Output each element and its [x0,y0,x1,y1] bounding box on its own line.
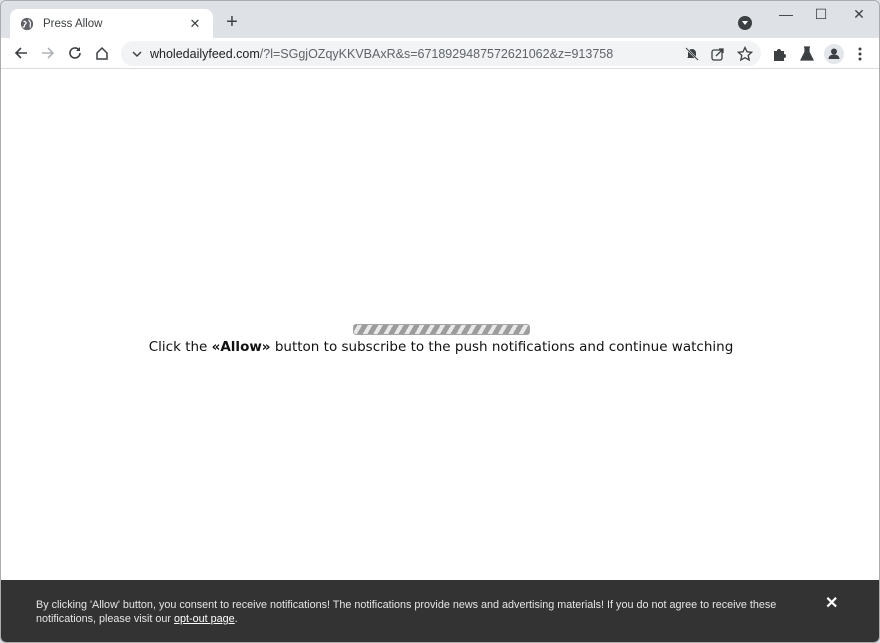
opt-out-link[interactable]: opt-out page [174,613,235,625]
consent-suffix: . [234,613,238,625]
allow-instruction-message: Click the «Allow» button to subscribe to… [1,339,879,355]
share-icon[interactable] [710,46,726,62]
message-allow-emphasis: «Allow» [211,339,271,355]
home-button[interactable] [92,43,112,63]
url-domain: wholedailyfeed.com [150,46,260,61]
minimize-button[interactable]: — [776,6,796,24]
forward-arrow-icon [42,47,55,59]
address-bar[interactable]: wholedailyfeed.com/?l=SGgjOZqyKKVBAxR&s=… [121,41,761,66]
url-path: /?l=SGgjOZqyKKVBAxR&s=671892948757262106… [259,46,614,61]
url-text[interactable]: wholedailyfeed.com/?l=SGgjOZqyKKVBAxR&s=… [150,47,613,61]
consent-text: By clicking 'Allow' button, you consent … [36,598,806,626]
tab-search-icon[interactable] [738,16,752,30]
toolbar: wholedailyfeed.com/?l=SGgjOZqyKKVBAxR&s=… [1,38,879,69]
bookmark-star-icon[interactable] [737,46,753,62]
profile-avatar-button[interactable] [824,44,844,64]
loading-progress-bar [353,324,530,335]
labs-flask-icon[interactable] [798,45,816,63]
maximize-button[interactable]: ☐ [811,6,831,24]
new-tab-button[interactable]: + [222,12,242,33]
consent-body: By clicking 'Allow' button, you consent … [36,599,777,625]
chevron-down-icon[interactable] [130,50,144,58]
reload-icon [69,47,81,59]
reload-button[interactable] [65,43,85,63]
page-content: Click the «Allow» button to subscribe to… [1,69,879,642]
globe-icon [20,17,34,31]
person-icon [828,48,840,59]
home-icon [96,46,108,60]
back-button[interactable] [11,43,31,63]
browser-window: Press Allow ✕ + — ☐ ✕ wholedailyfeed.com… [0,0,880,643]
close-window-button[interactable]: ✕ [849,6,869,24]
tab-press-allow[interactable]: Press Allow ✕ [10,9,213,39]
title-bar: Press Allow ✕ + — ☐ ✕ [1,1,879,39]
message-suffix: button to subscribe to the push notifica… [270,339,734,355]
tab-close-icon[interactable]: ✕ [187,16,203,32]
notifications-blocked-icon[interactable] [684,46,700,62]
more-menu-icon[interactable] [851,45,869,63]
forward-button[interactable] [38,43,58,63]
consent-close-button[interactable]: ✕ [825,593,838,613]
consent-banner: By clicking 'Allow' button, you consent … [1,580,879,642]
message-prefix: Click the [148,339,212,355]
extensions-puzzle-icon[interactable] [771,45,789,63]
back-arrow-icon [14,47,27,59]
tab-title: Press Allow [43,18,103,30]
